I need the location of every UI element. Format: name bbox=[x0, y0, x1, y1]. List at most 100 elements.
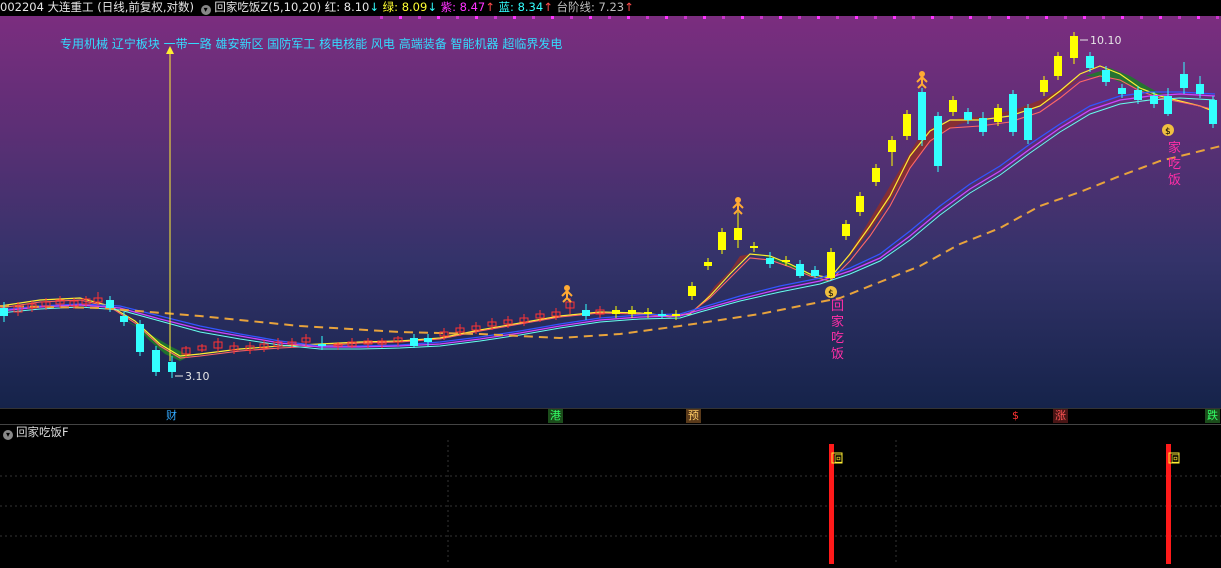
down-arrow-icon: ↓ bbox=[427, 0, 437, 14]
top-marker-dot bbox=[1121, 16, 1124, 19]
top-marker-dot bbox=[722, 16, 725, 19]
top-marker-dot bbox=[627, 16, 630, 19]
top-marker-dot bbox=[665, 16, 668, 19]
candle-body bbox=[1040, 80, 1048, 92]
concept-tags: 专用机械 辽宁板块 一带一路 雄安新区 国防军工 核电核能 风电 高端装备 智能… bbox=[60, 37, 563, 51]
person-icon bbox=[916, 71, 928, 89]
high-price-label: 10.10 bbox=[1090, 34, 1122, 47]
signal-gang: 港 bbox=[548, 409, 563, 423]
candle-body bbox=[1024, 108, 1032, 140]
candle-body bbox=[318, 344, 326, 346]
sub-chart-header: ▾ 回家吃饭F bbox=[0, 424, 1221, 440]
svg-text:$: $ bbox=[1165, 127, 1171, 137]
candle-body bbox=[410, 338, 418, 346]
candle-body bbox=[688, 286, 696, 296]
top-marker-dot bbox=[1216, 16, 1219, 19]
candle-body bbox=[718, 232, 726, 250]
candle-body bbox=[1102, 70, 1110, 82]
candle-body bbox=[734, 228, 742, 240]
signal-text-char: 吃 bbox=[1168, 156, 1181, 172]
top-marker-dot bbox=[551, 16, 554, 19]
top-marker-dot bbox=[1064, 16, 1067, 19]
top-marker-dot bbox=[418, 16, 421, 19]
top-marker-dot bbox=[475, 16, 478, 19]
candle-body bbox=[424, 338, 432, 342]
top-marker-dot bbox=[798, 16, 801, 19]
top-marker-dot bbox=[874, 16, 877, 19]
signal-text-char: 吃 bbox=[831, 330, 844, 346]
top-marker-dot bbox=[760, 16, 763, 19]
sub-indicator-name[interactable]: 回家吃饭F bbox=[16, 425, 69, 439]
step-line-value: 台阶线: 7.23 bbox=[556, 0, 625, 14]
candle-body bbox=[628, 310, 636, 314]
candle-body bbox=[658, 314, 666, 316]
top-marker-dot bbox=[969, 16, 972, 19]
top-marker-dot bbox=[608, 16, 611, 19]
top-marker-dot bbox=[836, 16, 839, 19]
candle-body bbox=[136, 324, 144, 352]
top-marker-dot bbox=[399, 16, 402, 19]
signal-cai: 财 bbox=[166, 409, 177, 422]
candle-body bbox=[994, 108, 1002, 122]
top-marker-dot bbox=[1007, 16, 1010, 19]
top-marker-dot bbox=[513, 16, 516, 19]
top-marker-dot bbox=[703, 16, 706, 19]
top-marker-dot bbox=[456, 16, 459, 19]
candle-body bbox=[612, 310, 620, 314]
candle-body bbox=[672, 314, 680, 316]
candle-body bbox=[106, 300, 114, 308]
candle-body bbox=[0, 308, 8, 316]
red-value: 红: 8.10 bbox=[324, 0, 370, 14]
candle-body bbox=[1180, 74, 1188, 88]
chevron-down-icon[interactable]: ▾ bbox=[3, 430, 13, 440]
signal-zhang: 涨 bbox=[1053, 409, 1068, 423]
sub-indicator-chart[interactable]: 回 回 bbox=[0, 440, 1221, 564]
ma-line-blue bbox=[0, 91, 1216, 347]
candle-body bbox=[796, 264, 804, 276]
candle-body bbox=[120, 316, 128, 322]
signal-die: 跌 bbox=[1205, 409, 1220, 423]
top-marker-dot bbox=[646, 16, 649, 19]
person-icon bbox=[732, 197, 744, 215]
top-marker-dot bbox=[931, 16, 934, 19]
signal-text-char: 家 bbox=[831, 314, 844, 330]
top-marker-dot bbox=[684, 16, 687, 19]
candle-body bbox=[903, 114, 911, 136]
blue-value: 蓝: 8.34 bbox=[498, 0, 544, 14]
stock-name: 大连重工 bbox=[47, 0, 94, 14]
candle-body bbox=[872, 168, 880, 182]
signal-marker: 回 bbox=[834, 454, 843, 465]
candle-body bbox=[1164, 96, 1172, 114]
ma-band-red-2 bbox=[830, 76, 1085, 276]
top-marker-dot bbox=[988, 16, 991, 19]
chart-header: 002204 大连重工 (日线,前复权,对数) ▾ 回家吃饭Z(5,10,20)… bbox=[0, 0, 1221, 16]
purple-value: 紫: 8.47 bbox=[440, 0, 486, 14]
candle-body bbox=[644, 312, 652, 314]
green-value: 绿: 8.09 bbox=[382, 0, 428, 14]
candlestick-chart[interactable]: $ $ 回 家 吃 饭 家 吃 饭 10.10 3.10 bbox=[0, 16, 1221, 408]
candle-body bbox=[704, 262, 712, 266]
signal-yu: 预 bbox=[686, 409, 701, 423]
sub-chart-panel[interactable]: 回 回 bbox=[0, 440, 1221, 564]
up-arrow-icon: ↑ bbox=[624, 0, 634, 14]
top-marker-dot bbox=[1159, 16, 1162, 19]
chevron-down-icon[interactable]: ▾ bbox=[200, 5, 211, 15]
top-marker-dot bbox=[855, 16, 858, 19]
top-marker-dot bbox=[779, 16, 782, 19]
signal-marker: 回 bbox=[1171, 454, 1180, 465]
top-marker-dot bbox=[532, 16, 535, 19]
indicator-name[interactable]: 回家吃饭Z(5,10,20) bbox=[214, 0, 321, 14]
top-marker-dot bbox=[437, 16, 440, 19]
candle-body bbox=[582, 310, 590, 316]
top-marker-dot bbox=[1197, 16, 1200, 19]
down-arrow-icon: ↓ bbox=[369, 0, 380, 14]
candle-body bbox=[979, 118, 987, 132]
top-marker-dot bbox=[741, 16, 744, 19]
candle-body bbox=[1009, 94, 1017, 132]
candle-body bbox=[964, 112, 972, 120]
chart-mode[interactable]: (日线,前复权,对数) bbox=[97, 0, 194, 14]
candle-body bbox=[934, 116, 942, 166]
top-marker-dot bbox=[1140, 16, 1143, 19]
main-chart-panel[interactable]: 专用机械 辽宁板块 一带一路 雄安新区 国防军工 核电核能 风电 高端装备 智能… bbox=[0, 16, 1221, 408]
svg-text:$: $ bbox=[828, 289, 834, 299]
